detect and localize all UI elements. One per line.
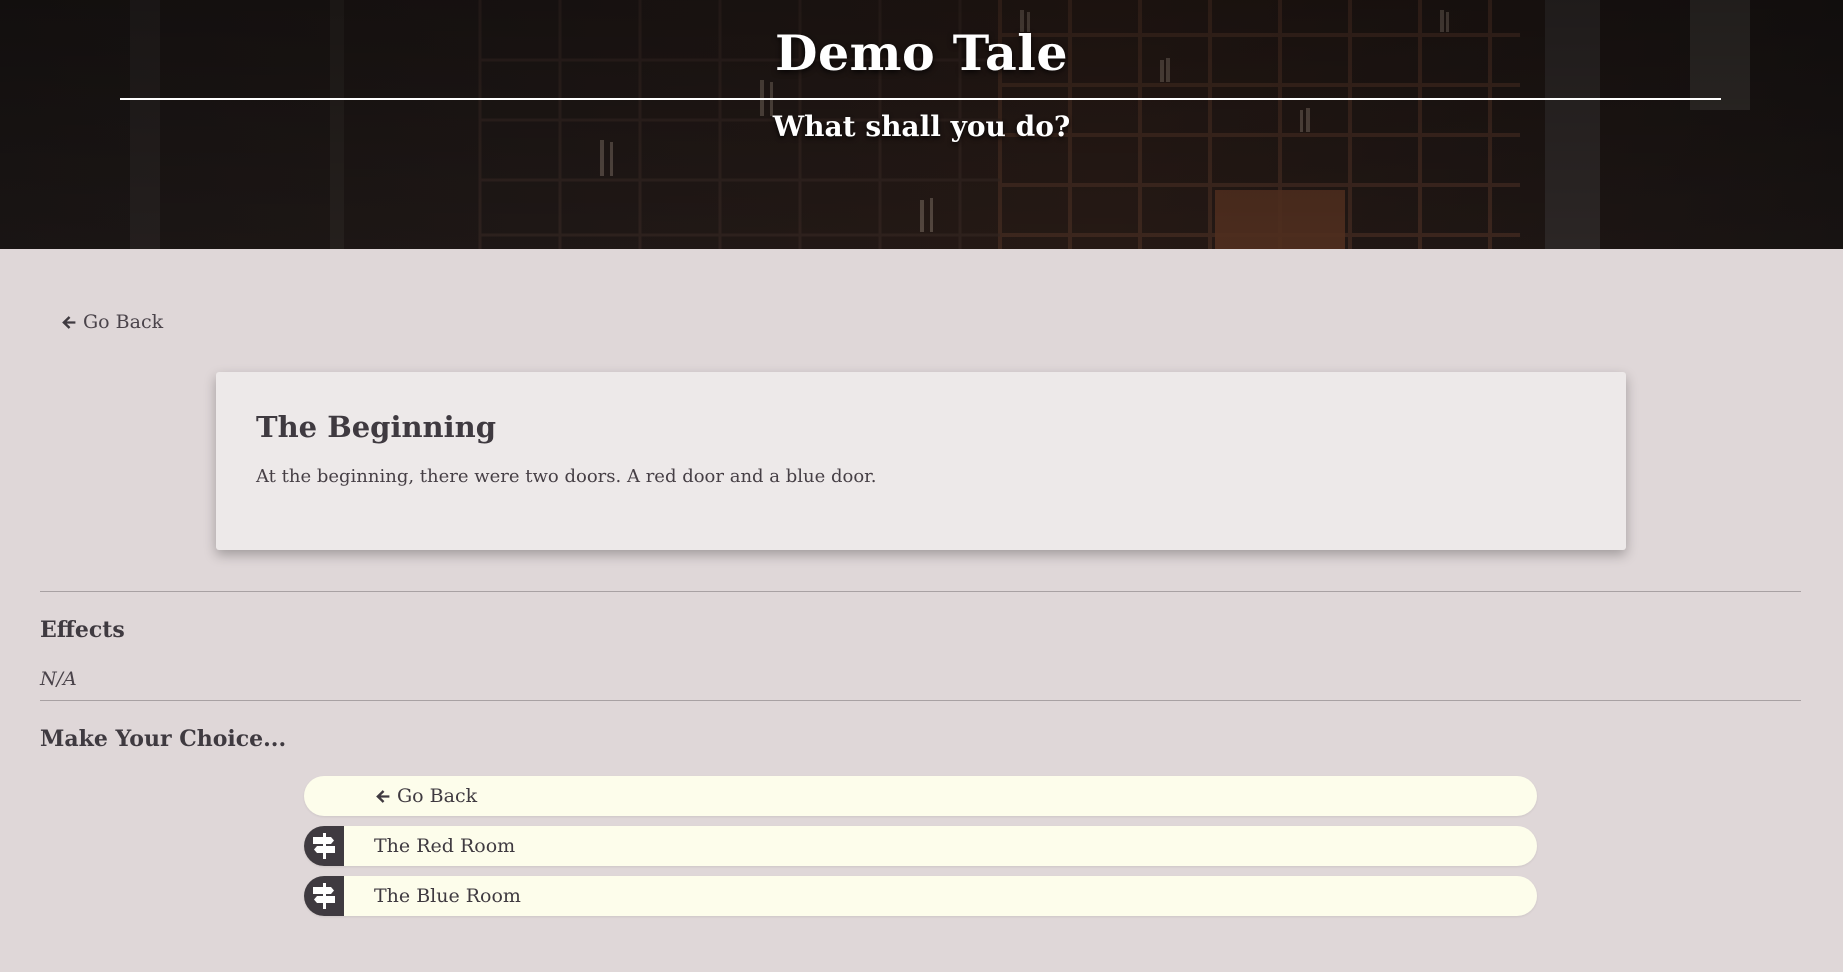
passage-card: The Beginning At the beginning, there we… [216,372,1626,550]
choice-icon-box [304,826,344,866]
choice-blue-room-button[interactable]: The Blue Room [304,876,1537,916]
choices-heading: Make Your Choice... [40,726,287,752]
choice-red-room-button[interactable]: The Red Room [304,826,1537,866]
choice-icon-box [304,876,344,916]
hero-header: Demo Tale What shall you do? [0,0,1843,249]
go-back-link[interactable]: Go Back [60,309,163,335]
effects-heading: Effects [40,617,125,643]
story-subtitle: What shall you do? [772,110,1071,143]
signpost-icon [313,833,335,859]
story-title: Demo Tale [774,24,1069,82]
arrow-left-icon [62,315,76,329]
passage-text: At the beginning, there were two doors. … [256,465,877,487]
passage-title: The Beginning [256,410,497,444]
choice-go-back-button[interactable]: Go Back [304,776,1537,816]
section-divider [40,591,1801,592]
choice-label: Go Back [397,785,478,807]
section-divider [40,700,1801,701]
choice-label: The Red Room [374,835,516,857]
choice-label: The Blue Room [374,885,521,907]
header-divider [120,98,1721,100]
choice-go-back-content: Go Back [374,785,477,807]
go-back-label: Go Back [83,311,164,333]
arrow-left-icon [376,789,390,803]
signpost-icon [313,883,335,909]
effects-value: N/A [40,668,77,690]
